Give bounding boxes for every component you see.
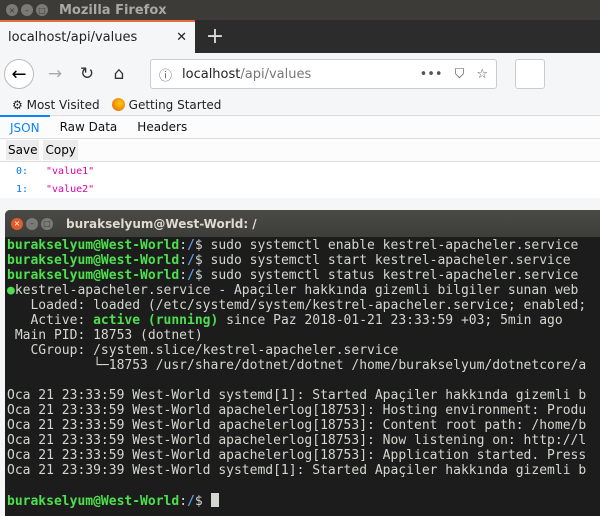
json-row: 0: "value1" [0,162,600,180]
pocket-icon[interactable]: ⛉ [455,67,465,82]
command: sudo systemctl start kestrel-apacheler.s… [210,253,571,268]
tab-json[interactable]: JSON [0,115,50,138]
bookmark-getting-started[interactable]: Getting Started [111,98,222,112]
tab-title: localhost/api/values [8,30,138,45]
bookmark-label: Most Visited [26,98,100,112]
command-line: burakselyum@West-World:/$ sudo systemctl… [7,253,571,268]
bookmark-label: Getting Started [128,98,222,112]
prompt-path: / [187,494,195,509]
nav-bar: ← → ↻ ⌂ ⓘ localhost/api/values ••• ⛉ ☆ [0,53,600,95]
prompt-line: burakselyum@West-World:/$ [7,493,600,509]
json-toolbar: Save Copy [0,138,600,162]
command: sudo systemctl status kestrel-apacheler.… [210,268,579,283]
json-viewer-tabs: JSON Raw Data Headers [0,115,600,138]
close-button[interactable]: × [6,4,18,16]
terminal-output[interactable]: burakselyum@West-World:/$ sudo systemctl… [5,237,600,509]
terminal-close-button[interactable]: × [11,217,23,230]
prompt-path: / [187,253,195,268]
url-path: /api/values [240,66,312,82]
json-value: "value2" [46,183,95,195]
prompt-user: burakselyum@West-World [7,253,180,268]
firefox-icon [111,98,125,111]
terminal-title: burakselyum@West-World: / [66,216,257,231]
log-line: Oca 21 23:33:59 West-World apachelerlog[… [7,418,587,433]
bookmark-most-visited[interactable]: ⚙ Most Visited [12,98,100,112]
minimize-button[interactable]: – [21,4,33,16]
prompt-user: burakselyum@West-World [7,268,180,283]
prompt-user: burakselyum@West-World [7,494,180,509]
status-text: kestrel-apacheler.service - Apaçiler hak… [14,283,579,298]
terminal-titlebar: × – □ burakselyum@West-World: / [5,210,600,237]
log-line: Oca 21 23:33:59 West-World apachelerlog[… [7,448,587,463]
prompt-path: / [187,268,195,283]
log-line: Oca 21 23:39:39 West-World systemd[1]: S… [7,463,587,478]
info-icon[interactable]: ⓘ [159,65,172,84]
back-button[interactable]: ← [4,59,34,89]
log-line: Oca 21 23:33:59 West-World systemd[1]: S… [7,388,587,403]
status-dot-icon: ● [7,283,15,298]
tab-bar: localhost/api/values ✕ + [0,20,600,53]
log-line: Oca 21 23:33:59 West-World apachelerlog[… [7,433,587,448]
url-host: localhost [182,66,241,82]
maximize-button[interactable]: □ [36,4,48,16]
save-button[interactable]: Save [6,140,40,160]
tab-headers[interactable]: Headers [127,116,197,138]
active-since: since Paz 2018-01-21 23:33:59 +03; 5min … [218,313,563,328]
active-label: Active: [7,313,94,328]
cursor [210,493,219,507]
command-line: burakselyum@West-World:/$ sudo systemctl… [7,238,579,253]
prompt-path: / [187,238,195,253]
copy-button[interactable]: Copy [43,140,78,160]
terminal-maximize-button[interactable]: □ [41,217,53,230]
json-value: "value1" [46,165,95,177]
json-key: 1: [16,183,29,195]
home-button[interactable]: ⌂ [108,64,130,84]
cgroup-child-line: └─18753 /usr/share/dotnet/dotnet /home/b… [7,358,587,373]
json-key: 0: [16,165,29,177]
tab-localhost[interactable]: localhost/api/values ✕ [0,20,195,53]
search-box[interactable] [515,59,545,89]
terminal-minimize-button[interactable]: – [26,217,38,230]
close-tab-icon[interactable]: ✕ [176,30,187,45]
firefox-titlebar: × – □ Mozilla Firefox [0,0,600,20]
command-line: burakselyum@West-World:/$ sudo systemctl… [7,268,579,283]
active-line: Active: active (running) since Paz 2018-… [7,313,600,328]
terminal-window[interactable]: × – □ burakselyum@West-World: / burakselyu… [5,210,600,516]
more-icon[interactable]: ••• [420,67,443,82]
reload-button[interactable]: ↻ [76,64,98,84]
json-row: 1: "value2" [0,180,600,198]
gear-icon: ⚙ [12,98,23,112]
status-line: ●kestrel-apacheler.service - Apaçiler ha… [7,283,600,298]
forward-button[interactable]: → [44,64,66,84]
loaded-line: Loaded: loaded (/etc/systemd/system/kest… [7,298,587,313]
bookmark-star-icon[interactable]: ☆ [476,67,488,82]
active-state: active (running) [93,313,219,328]
new-tab-button[interactable]: + [195,20,235,53]
tab-raw-data[interactable]: Raw Data [50,116,128,138]
log-line: Oca 21 23:33:59 West-World apachelerlog[… [7,403,587,418]
cgroup-line: CGroup: /system.slice/kestrel-apacheler.… [7,343,399,358]
window-title: Mozilla Firefox [59,2,167,18]
prompt-user: burakselyum@West-World [7,238,180,253]
bookmarks-toolbar: ⚙ Most Visited Getting Started [0,95,600,115]
url-bar[interactable]: ⓘ localhost/api/values ••• ⛉ ☆ [150,59,497,89]
command: sudo systemctl enable kestrel-apacheler.… [210,238,579,253]
main-pid-line: Main PID: 18753 (dotnet) [7,328,203,343]
